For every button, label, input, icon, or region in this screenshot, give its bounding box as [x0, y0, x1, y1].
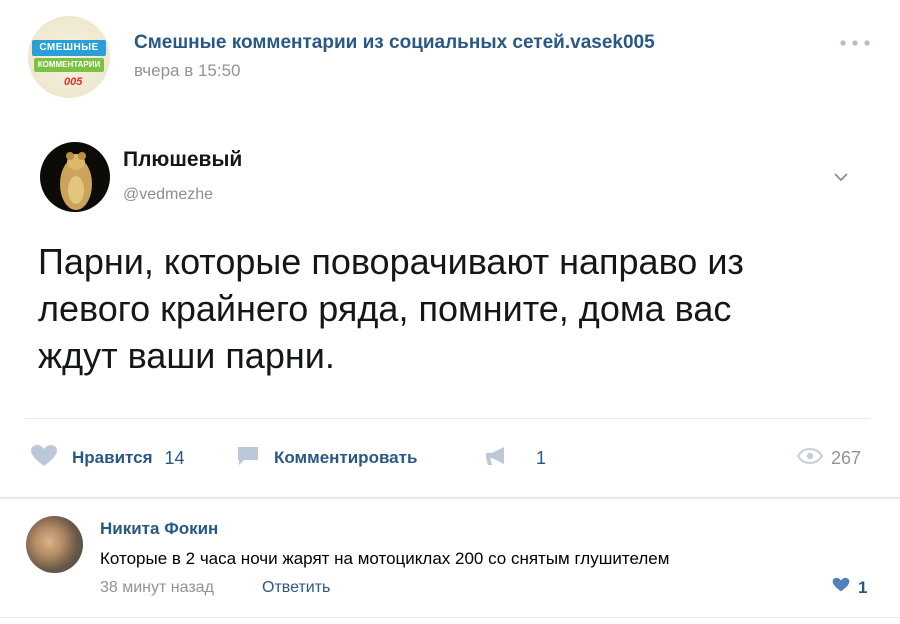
views-counter: 267	[796, 440, 862, 476]
group-logo-line1: СМЕШНЫЕ	[32, 40, 106, 56]
divider	[25, 418, 870, 419]
reply-button[interactable]: Ответить	[262, 579, 330, 597]
like-label: Нравится	[72, 448, 153, 467]
post-header: СМЕШНЫЕ КОММЕНТАРИИ 005 Смешные коммента…	[0, 0, 900, 100]
tweet-author-avatar	[40, 142, 110, 212]
share-count: 1	[536, 447, 547, 468]
megaphone-icon	[484, 445, 510, 472]
views-count: 267	[831, 447, 862, 468]
comment-timestamp[interactable]: 38 минут назад	[100, 579, 214, 597]
eye-icon	[796, 447, 824, 469]
more-horizontal-icon[interactable]	[838, 34, 872, 52]
comment-like-count: 1	[858, 577, 868, 597]
tweet-text: Парни, которые поворачивают направо из л…	[38, 241, 744, 376]
tweet-author-name: Плюшевый	[123, 148, 243, 171]
like-count: 14	[164, 447, 185, 468]
divider	[0, 497, 900, 499]
heart-icon	[30, 444, 58, 473]
comment-text: Которые в 2 часа ночи жарят на мотоцикла…	[100, 549, 670, 568]
comment-like-button[interactable]: 1	[832, 577, 867, 598]
comment-author-name[interactable]: Никита Фокин	[100, 519, 218, 539]
heart-icon	[832, 577, 850, 598]
comment-item: Никита Фокин Которые в 2 часа ночи жарят…	[0, 500, 900, 610]
like-button[interactable]: Нравится 14	[30, 440, 185, 476]
comment-button[interactable]: Комментировать	[236, 440, 417, 476]
group-name-link[interactable]: Смешные комментарии из социальных сетей.…	[134, 32, 655, 54]
comment-icon	[236, 445, 260, 472]
group-logo-line3: 005	[64, 76, 83, 88]
divider	[0, 617, 900, 618]
post-actions-bar: Нравится 14 Комментировать 1 267	[0, 440, 900, 480]
group-logo-line2: КОММЕНТАРИИ	[34, 58, 104, 72]
group-avatar[interactable]: СМЕШНЫЕ КОММЕНТАРИИ 005	[28, 16, 110, 98]
comment-author-avatar[interactable]	[26, 516, 83, 573]
post-timestamp[interactable]: вчера в 15:50	[134, 61, 241, 81]
tweet-author-handle: @vedmezhe	[123, 186, 214, 203]
comment-label: Комментировать	[274, 448, 418, 467]
share-button[interactable]: 1	[484, 440, 546, 476]
embedded-tweet-image[interactable]: Плюшевый @vedmezhe Парни, которые повора…	[0, 120, 900, 420]
chevron-down-icon	[831, 170, 851, 184]
